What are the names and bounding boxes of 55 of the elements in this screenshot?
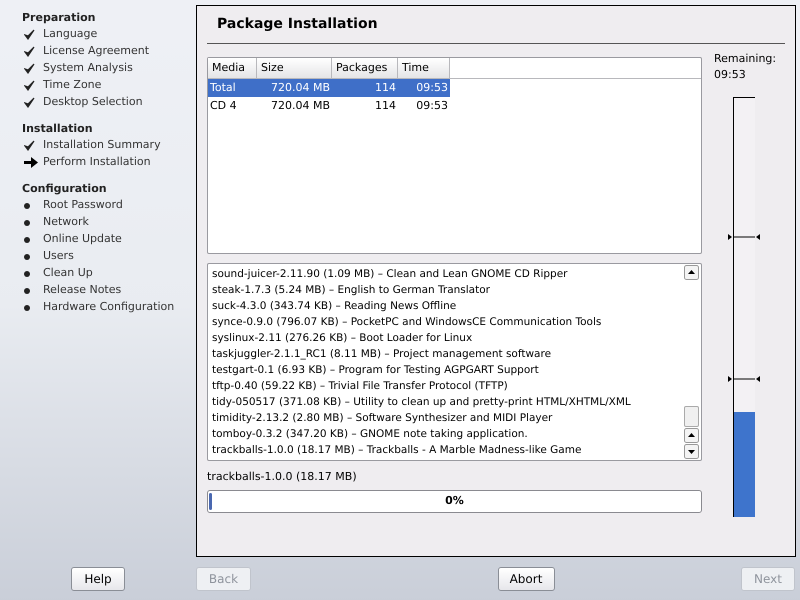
log-line: tomboy-0.3.2 (347.20 KB) – GNOME note taking application. — [212, 427, 529, 442]
step-label: Release Notes — [43, 282, 122, 298]
scroll-up-icon[interactable] — [684, 428, 699, 443]
table-cell-text: 720.04 MB — [270, 98, 331, 114]
table-row[interactable]: CD 4 720.04 MB 114 09:53 — [208, 97, 450, 115]
log-line: synce-0.9.0 (796.07 KB) – PocketPC and WindowsCE Communication Tools — [212, 315, 602, 330]
section-heading: Configuration — [22, 181, 108, 196]
table-cell-text: 720.04 MB — [270, 80, 331, 96]
scroll-down-icon[interactable] — [684, 444, 699, 459]
column-header[interactable]: Media — [208, 58, 257, 79]
column-header[interactable]: Packages — [332, 58, 398, 79]
step-label: Users — [43, 248, 74, 264]
column-header[interactable]: Time — [398, 58, 450, 79]
log-line: tidy-050517 (371.08 KB) – Utility to clean up and pretty-print HTML/XHTML/XML — [212, 395, 632, 410]
table-cell-text: 09:53 — [415, 98, 449, 114]
step-label: Root Password — [43, 197, 123, 214]
table-row[interactable]: Total 720.04 MB 114 09:53 — [208, 79, 450, 97]
step-label: Desktop Selection — [43, 94, 143, 110]
table-cell-text: CD 4 — [209, 98, 238, 114]
log-line: tftp-0.40 (59.22 KB) – Trivial File Transfer Protocol (TFTP) — [212, 379, 509, 394]
current-package: trackballs-1.0.0 (18.17 MB) — [207, 469, 358, 485]
log-line: taskjuggler-2.1.1_RC1 (8.11 MB) – Project management software — [212, 347, 552, 362]
remaining-time: 09:53 — [714, 67, 747, 83]
log-line: steak-1.7.3 (5.24 MB) – English to German Translator — [212, 283, 491, 298]
panel-title: Package Installation — [216, 15, 379, 34]
table-cell-text: 114 — [374, 80, 397, 96]
log-line: sound-juicer-2.11.90 (1.09 MB) – Clean and Lean GNOME CD Ripper — [212, 267, 568, 282]
dialog-button[interactable]: Abort — [498, 566, 554, 590]
section-heading: Preparation — [22, 10, 97, 25]
table-cell-text: 114 — [374, 98, 397, 114]
section-heading: Installation — [22, 121, 94, 136]
progress-label: 0% — [445, 492, 464, 509]
step-label: Clean Up — [43, 265, 93, 282]
step-label: Perform Installation — [43, 154, 151, 170]
log-line: testgart-0.1 (6.93 KB) – Program for Testing AGPGART Support — [212, 363, 540, 378]
dialog-button[interactable]: Help — [71, 566, 125, 590]
step-label: System Analysis — [43, 60, 133, 76]
table-cell-text: 09:53 — [415, 80, 449, 96]
column-header[interactable]: Size — [257, 58, 332, 79]
scrollbar[interactable] — [684, 265, 700, 459]
scroll-up-icon[interactable] — [684, 265, 699, 280]
remaining-label: Remaining: — [714, 51, 776, 67]
step-label: License Agreement — [43, 43, 150, 60]
log-line: suck-4.3.0 (343.74 KB) – Reading News Offline — [212, 299, 458, 314]
log-line: timidity-2.13.2 (2.80 MB) – Software Synthesizer and MIDI Player — [212, 411, 554, 426]
log-line: syslinux-2.11 (276.26 KB) – Boot Loader for Linux — [212, 331, 474, 346]
step-label: Online Update — [43, 231, 122, 248]
step-label: Network — [43, 214, 89, 230]
log-line: trackballs-1.0.0 (18.17 MB) – Trackballs - A Marble Madness-like Game — [212, 443, 582, 458]
step-label: Language — [43, 26, 98, 42]
step-label: Installation Summary — [43, 137, 161, 154]
scroll-thumb[interactable] — [684, 406, 699, 427]
step-label: Hardware Configuration — [43, 299, 174, 316]
step-label: Time Zone — [43, 77, 102, 94]
table-cell-text: Total — [209, 80, 237, 96]
